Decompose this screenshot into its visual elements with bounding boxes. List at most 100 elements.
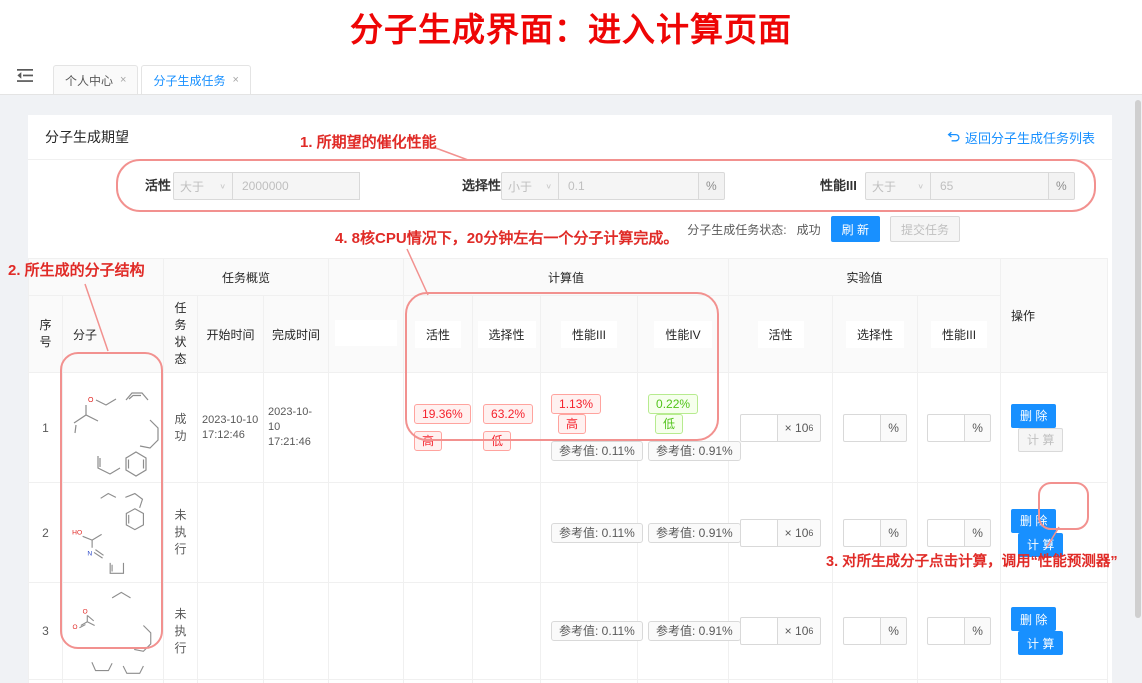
- input-value: 2000000: [242, 179, 289, 193]
- blank-cell: [329, 373, 404, 483]
- input-value: 0.1: [568, 179, 585, 193]
- value-tag: 1.13%: [551, 394, 601, 414]
- calc-perf3-cell: 1.13%高 参考值: 0.11%: [541, 373, 638, 483]
- tabbar: 个人中心 × 分子生成任务 × G admin: [0, 57, 1142, 95]
- svg-text:O: O: [88, 397, 94, 404]
- filter-activity-label: 活性: [145, 172, 171, 200]
- refresh-button[interactable]: 刷 新: [831, 216, 880, 242]
- filter-activity-operator-select[interactable]: 大于 ∨: [173, 172, 233, 200]
- content-card: 分子生成期望 返回分子生成任务列表 活性 大于 ∨ 2000000: [28, 115, 1112, 683]
- reference-tag: 参考值: 0.91%: [648, 441, 741, 461]
- filter-selectivity-operator-select[interactable]: 小于 ∨: [501, 172, 559, 200]
- tab-strip: 个人中心 × 分子生成任务 ×: [53, 65, 251, 94]
- exp-activity-input[interactable]: [740, 519, 778, 547]
- menu-fold-icon[interactable]: [17, 69, 33, 87]
- col-seq: 序号: [29, 296, 63, 373]
- close-icon[interactable]: ×: [232, 74, 238, 86]
- percent-addon: %: [881, 414, 907, 442]
- close-icon[interactable]: ×: [120, 74, 126, 86]
- value-tag: 63.2%: [483, 404, 533, 424]
- x10e6-addon: × 106: [778, 617, 822, 645]
- white-patch: [335, 320, 397, 346]
- filter-activity-input[interactable]: 2000000: [233, 172, 360, 200]
- exp-activity-cell: [729, 680, 833, 683]
- tab-label: 分子生成任务: [153, 72, 225, 89]
- chevron-down-icon: ∨: [917, 182, 924, 191]
- calc-perf3-cell: [541, 680, 638, 683]
- molecule-cell: HO N: [63, 483, 164, 583]
- molecule-structure: O: [66, 378, 161, 478]
- operations-cell: 删 除计 算: [1001, 373, 1108, 483]
- molecule-cell: [63, 680, 164, 683]
- seq-cell: 2: [29, 483, 63, 583]
- table-row: 3 O O 未执行: [29, 583, 1108, 680]
- calc-activity-cell: [404, 583, 473, 680]
- tab-label: 个人中心: [65, 72, 113, 89]
- calculate-button[interactable]: 计 算: [1018, 533, 1063, 557]
- start-time-cell: [198, 583, 264, 680]
- back-link-label: 返回分子生成任务列表: [965, 128, 1095, 147]
- select-value: 小于: [508, 178, 532, 195]
- filter-selectivity-input[interactable]: 0.1: [559, 172, 699, 200]
- filter-selectivity-label: 选择性: [462, 172, 501, 200]
- svg-text:N: N: [87, 550, 92, 557]
- col-exp-activity: 活性: [729, 296, 833, 373]
- exp-activity-input[interactable]: [740, 414, 778, 442]
- x10e6-addon: × 106: [778, 519, 822, 547]
- percent-addon: %: [965, 617, 991, 645]
- molecule-structure: O O: [66, 585, 161, 677]
- operations-cell: 删 除计 算: [1001, 483, 1108, 583]
- calculate-button[interactable]: 计 算: [1018, 428, 1063, 452]
- exp-selectivity-input[interactable]: [843, 414, 881, 442]
- tab-personal-center[interactable]: 个人中心 ×: [53, 65, 138, 94]
- exp-perf3-input[interactable]: [927, 414, 965, 442]
- delete-button[interactable]: 删 除: [1011, 404, 1056, 428]
- calc-activity-cell: [404, 680, 473, 683]
- select-value: 大于: [180, 178, 204, 195]
- col-label: 性能IV: [654, 321, 711, 348]
- calc-selectivity-cell: 63.2% 低: [473, 373, 541, 483]
- reference-tag: 参考值: 0.91%: [648, 621, 741, 641]
- value-tag: 0.22%: [648, 394, 698, 414]
- col-molecule: 分子: [63, 296, 164, 373]
- exp-perf3-input[interactable]: [927, 617, 965, 645]
- group-experimental: 实验值: [729, 259, 1001, 296]
- col-exp-perf3: 性能III: [918, 296, 1001, 373]
- col-label: 选择性: [478, 321, 536, 348]
- calc-perf4-cell: 参考值: 0.91%: [638, 583, 729, 680]
- exp-activity-cell: × 106: [729, 583, 833, 680]
- finish-time-cell: [264, 483, 329, 583]
- exp-perf3-input[interactable]: [927, 519, 965, 547]
- blank-cell: [329, 680, 404, 683]
- calc-perf3-cell: 参考值: 0.11%: [541, 483, 638, 583]
- x10e6-addon: × 106: [778, 414, 822, 442]
- start-time-cell: [198, 483, 264, 583]
- scrollbar[interactable]: [1135, 100, 1141, 618]
- filter-perf3-input[interactable]: 65: [931, 172, 1049, 200]
- page-title: 分子生成界面：进入计算页面: [0, 3, 1142, 51]
- card-header: 分子生成期望 返回分子生成任务列表: [28, 115, 1112, 160]
- input-value: 65: [940, 179, 953, 193]
- tab-molecule-generation-task[interactable]: 分子生成任务 ×: [141, 65, 250, 94]
- col-calc-perf4: 性能IV: [638, 296, 729, 373]
- calculate-button[interactable]: 计 算: [1018, 631, 1063, 655]
- start-time-cell: 2023-10-10 17:12:46: [198, 373, 264, 483]
- exp-perf3-cell: %: [918, 483, 1001, 583]
- delete-button[interactable]: 删 除: [1011, 509, 1056, 533]
- exp-selectivity-input[interactable]: [843, 519, 881, 547]
- filter-perf3-operator-select[interactable]: 大于 ∨: [865, 172, 931, 200]
- filter-perf3-addon: %: [1049, 172, 1075, 200]
- header-spacer: [329, 259, 404, 296]
- exp-activity-input[interactable]: [740, 617, 778, 645]
- exp-selectivity-input[interactable]: [843, 617, 881, 645]
- operations-cell: 删 除计 算: [1001, 583, 1108, 680]
- reference-tag: 参考值: 0.91%: [648, 523, 741, 543]
- filter-perf3-label: 性能III: [820, 172, 857, 200]
- level-tag: 高: [558, 414, 586, 434]
- start-time-cell: [198, 680, 264, 683]
- submit-task-button[interactable]: 提交任务: [890, 216, 960, 242]
- delete-button[interactable]: 删 除: [1011, 607, 1056, 631]
- chevron-down-icon: ∨: [545, 182, 552, 191]
- group-overview: 任务概览: [164, 259, 329, 296]
- back-to-task-list-link[interactable]: 返回分子生成任务列表: [947, 128, 1095, 147]
